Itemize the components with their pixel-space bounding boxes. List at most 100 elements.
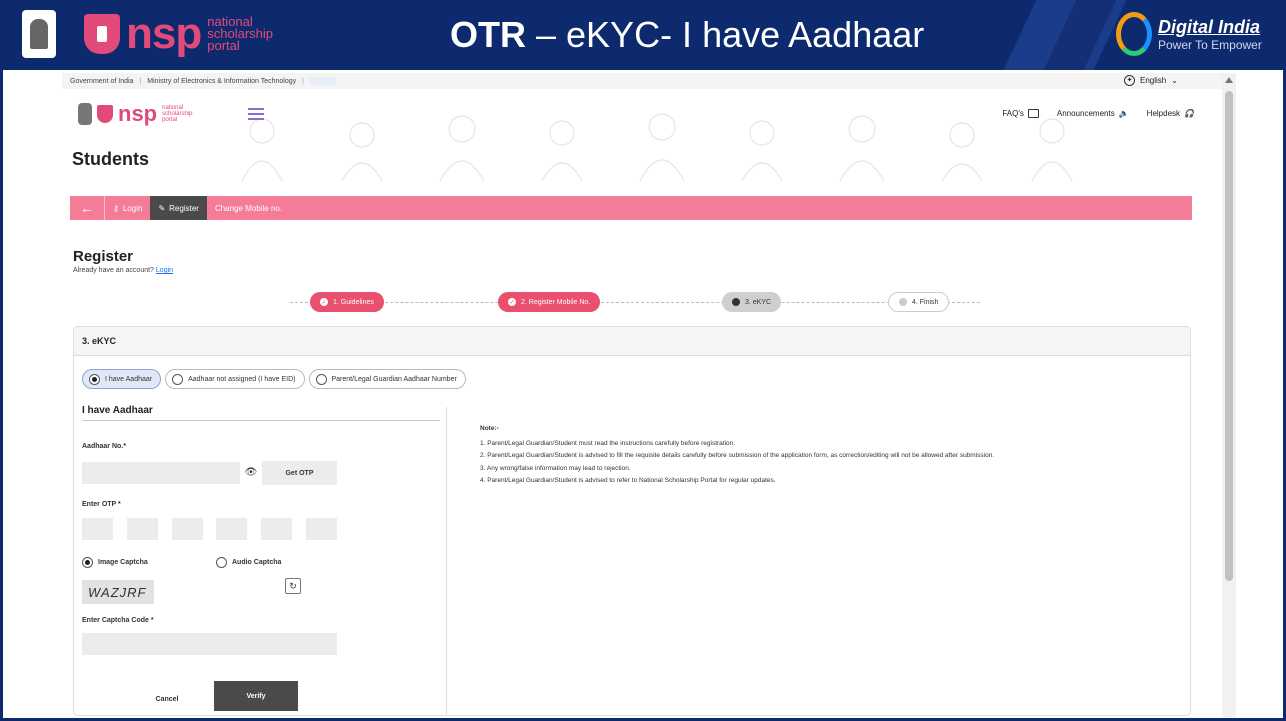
ministry-link[interactable]: Ministry of Electronics & Information Te… (147, 78, 296, 85)
otp-digit-input[interactable] (216, 518, 247, 540)
nsp-shield-icon (97, 105, 113, 123)
dot-icon (732, 298, 740, 306)
step-finish[interactable]: 4. Finish (888, 292, 950, 312)
step-label: 1. Guidelines (333, 298, 374, 306)
radio-icon[interactable] (172, 373, 184, 385)
headset-icon: 🎧 (1184, 109, 1194, 118)
header-logo-text: nsp (118, 101, 158, 126)
nsp-shield-icon (84, 14, 120, 54)
registration-stepper: ✓ 1. Guidelines ✓ 2. Register Mobile No. 3… (290, 292, 980, 312)
step-guidelines[interactable]: ✓ 1. Guidelines (310, 292, 384, 312)
ekyc-card-title: 3. eKYC (74, 327, 1190, 356)
check-icon: ✓ (508, 298, 516, 306)
verify-button[interactable]: Verify (214, 681, 298, 711)
national-emblem-icon (22, 10, 56, 58)
digital-india-icon (1116, 12, 1152, 56)
page-scrollbar[interactable] (1222, 73, 1236, 717)
notes-section: Note:- 1. Parent/Legal Guardian/Student … (480, 423, 994, 488)
key-icon: ⚷ (113, 203, 119, 213)
already-account-label: Already have an account? (73, 267, 154, 274)
eye-icon[interactable]: 👁 (240, 462, 262, 484)
page-title: Students (72, 149, 150, 169)
nav-register-label: Register (169, 203, 199, 213)
step-label: 4. Finish (912, 298, 939, 306)
already-account-text: Already have an account? Login (73, 267, 173, 274)
site-header: nsp national scholarship portal FAQ's An… (62, 91, 1222, 191)
otp-label: Enter OTP * (82, 501, 121, 508)
register-heading: Register (73, 248, 134, 265)
image-captcha-option[interactable]: Image Captcha (82, 557, 148, 568)
radio-selected-icon[interactable] (89, 373, 100, 385)
slide-banner: nsp national scholarship portal OTR – eK… (0, 0, 1286, 70)
captcha-image: WAZJRF (82, 580, 154, 604)
nav-register[interactable]: ✎ Register (150, 196, 207, 220)
form-title: I have Aadhaar (82, 405, 440, 421)
refresh-icon[interactable]: ↻ (285, 578, 301, 594)
digital-india-title: Digital India (1158, 16, 1261, 37)
audio-captcha-label: Audio Captcha (232, 559, 282, 566)
back-arrow-icon[interactable]: ← (70, 196, 104, 220)
chevron-down-icon[interactable]: ⌄ (1171, 76, 1178, 85)
step-register-mobile[interactable]: ✓ 2. Register Mobile No. (498, 292, 601, 312)
digital-india-tagline: Power To Empower (1158, 37, 1262, 52)
otp-digit-input[interactable] (261, 518, 292, 540)
announcements-link[interactable]: Announcements 🔈 (1057, 109, 1129, 118)
radio-selected-icon[interactable] (82, 557, 93, 568)
header-logo-sub: portal (162, 117, 178, 123)
option-label: Aadhaar not assigned (I have EID) (188, 375, 296, 383)
option-label: I have Aadhaar (105, 375, 153, 383)
otp-digit-input[interactable] (306, 518, 337, 540)
radio-icon[interactable] (216, 557, 227, 568)
note-item: 1. Parent/Legal Guardian/Student must re… (480, 439, 736, 447)
captcha-code-label: Enter Captcha Code * (82, 617, 154, 624)
accessibility-icon[interactable]: ✦ (1124, 75, 1135, 86)
faqs-link[interactable]: FAQ's (1002, 109, 1039, 118)
faqs-label: FAQ's (1002, 109, 1024, 118)
otp-digit-input[interactable] (82, 518, 113, 540)
option-guardian-aadhaar[interactable]: Parent/Legal Guardian Aadhaar Number (308, 369, 466, 389)
emblem-icon (78, 103, 92, 125)
nsp-logo: nsp national scholarship portal (84, 12, 273, 56)
slide-title-rest: – eKYC- I have Aadhaar (526, 14, 925, 55)
nav-change-mobile[interactable]: Change Mobile no. (207, 196, 290, 220)
otp-digit-input[interactable] (127, 518, 158, 540)
aadhaar-input[interactable] (82, 462, 240, 484)
aadhaar-form: I have Aadhaar Aadhaar No.* 👁 Get OTP En… (82, 405, 440, 715)
note-item: 3. Any wrong/false information may lead … (480, 464, 631, 472)
image-captcha-label: Image Captcha (98, 559, 148, 566)
note-item: 2. Parent/Legal Guardian/Student is advi… (480, 452, 995, 459)
slide-title-bold: OTR (450, 14, 526, 55)
login-link[interactable]: Login (156, 267, 173, 274)
nav-login[interactable]: ⚷ Login (105, 196, 150, 220)
chat-icon (1027, 109, 1039, 118)
option-aadhaar-not-assigned[interactable]: Aadhaar not assigned (I have EID) (165, 369, 305, 389)
students-illustration (241, 113, 1073, 181)
ekyc-card: 3. eKYC I have Aadhaar Aadhaar not assig… (73, 326, 1191, 716)
get-otp-button[interactable]: Get OTP (262, 461, 337, 485)
hamburger-menu-icon[interactable] (248, 108, 264, 120)
nsp-logo-sub: portal (207, 38, 240, 53)
scroll-up-icon[interactable] (1225, 77, 1233, 83)
aadhaar-options: I have Aadhaar Aadhaar not assigned (I h… (82, 369, 466, 389)
step-label: 3. eKYC (745, 298, 772, 306)
nav-login-label: Login (122, 203, 143, 213)
audio-captcha-option[interactable]: Audio Captcha (216, 557, 281, 568)
header-nsp-logo[interactable]: nsp national scholarship portal (78, 101, 192, 127)
captcha-input[interactable] (82, 633, 337, 655)
language-label[interactable]: English (1140, 76, 1166, 85)
helpdesk-link[interactable]: Helpdesk 🎧 (1147, 109, 1194, 118)
note-item: 4. Parent/Legal Guardian/Student is advi… (480, 477, 776, 484)
radio-icon[interactable] (315, 373, 327, 385)
language-selector[interactable]: ✦ English ⌄ (1124, 75, 1178, 86)
digital-india-small-icon (309, 77, 336, 85)
option-have-aadhaar[interactable]: I have Aadhaar (82, 369, 162, 389)
scrollbar-thumb[interactable] (1225, 91, 1233, 581)
otp-digit-input[interactable] (172, 518, 203, 540)
check-icon: ✓ (320, 298, 328, 306)
step-label: 2. Register Mobile No. (521, 298, 591, 306)
dot-icon (899, 298, 907, 306)
cancel-button[interactable]: Cancel (122, 684, 212, 714)
step-ekyc[interactable]: 3. eKYC (722, 292, 782, 312)
gov-link[interactable]: Government of India (70, 78, 133, 85)
slide-title: OTR – eKYC- I have Aadhaar (450, 14, 924, 56)
